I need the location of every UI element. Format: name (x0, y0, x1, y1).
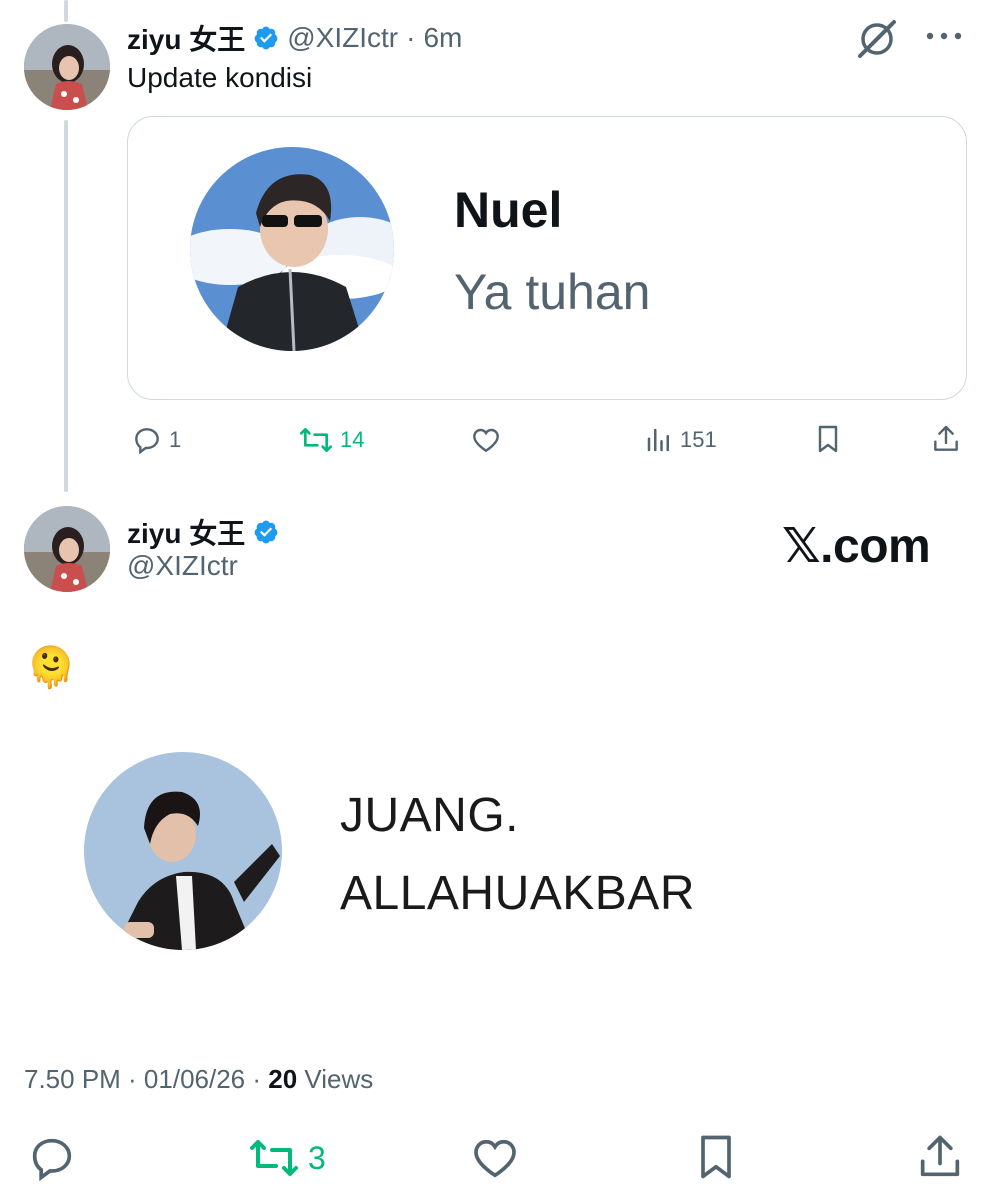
reply-icon (131, 424, 163, 456)
heart-icon (469, 424, 503, 456)
author-name-row: ziyu 女王 (127, 512, 279, 552)
bookmark-icon (812, 422, 844, 456)
tweet-text: Update kondisi (127, 62, 313, 93)
views-label: Views (297, 1064, 374, 1094)
quote-avatar (190, 147, 394, 351)
handle[interactable]: @XIZIctr (127, 550, 238, 582)
avatar[interactable] (24, 506, 110, 592)
bookmark-button[interactable] (812, 422, 844, 456)
verified-badge-icon (253, 25, 279, 51)
more-options-icon[interactable] (924, 28, 964, 49)
reply-button[interactable]: 1 (131, 424, 181, 456)
card-line-1: JUANG. (340, 789, 520, 842)
analytics-icon (644, 424, 674, 456)
like-button[interactable] (469, 424, 503, 456)
verified-badge-icon (253, 519, 279, 545)
quote-card[interactable]: Nuel Ya tuhan (127, 116, 967, 400)
share-icon (930, 422, 962, 456)
reply-icon (26, 1132, 78, 1184)
bookmark-icon (690, 1130, 742, 1184)
melting-face-emoji: 🫠 (26, 646, 76, 690)
views-number: 20 (268, 1064, 298, 1094)
like-button[interactable] (468, 1132, 522, 1184)
repost-count: 3 (308, 1139, 326, 1176)
card-line-2: ALLAHUAKBAR (340, 867, 695, 920)
handle[interactable]: @XIZIctr (287, 22, 398, 54)
grok-icon[interactable] (854, 16, 900, 67)
repost-button[interactable]: 14 (298, 424, 364, 456)
share-icon (914, 1130, 966, 1184)
tweet-timestamp[interactable]: 7.50 PM · 01/06/26 · (24, 1064, 268, 1094)
display-name[interactable]: ziyu 女王 (127, 18, 245, 58)
views-button[interactable]: 151 (644, 424, 717, 456)
quote-message: Ya tuhan (454, 264, 651, 320)
separator: · (406, 22, 416, 53)
share-button[interactable] (914, 1130, 966, 1184)
views-count: 151 (680, 427, 717, 452)
repost-button[interactable]: 3 (246, 1134, 326, 1182)
quote-name: Nuel (454, 182, 563, 238)
tweet-header: ziyu 女王 @XIZIctr · 6m (127, 18, 462, 58)
reply-button[interactable] (26, 1132, 78, 1184)
heart-icon (468, 1132, 522, 1184)
avatar[interactable] (24, 24, 110, 110)
thread-line-top (64, 0, 68, 22)
tweet-meta: 7.50 PM · 01/06/26 · 20 Views (24, 1064, 373, 1095)
share-button[interactable] (930, 422, 962, 456)
repost-count: 14 (340, 427, 365, 452)
repost-icon (246, 1134, 302, 1182)
bookmark-button[interactable] (690, 1130, 742, 1184)
timestamp[interactable]: 6m (423, 22, 462, 54)
display-name[interactable]: ziyu 女王 (127, 512, 245, 552)
reply-count: 1 (169, 427, 182, 452)
repost-icon (298, 424, 334, 456)
x-logo: 𝕏.com (782, 520, 931, 573)
thread-line (64, 120, 68, 492)
card-avatar (84, 752, 282, 950)
